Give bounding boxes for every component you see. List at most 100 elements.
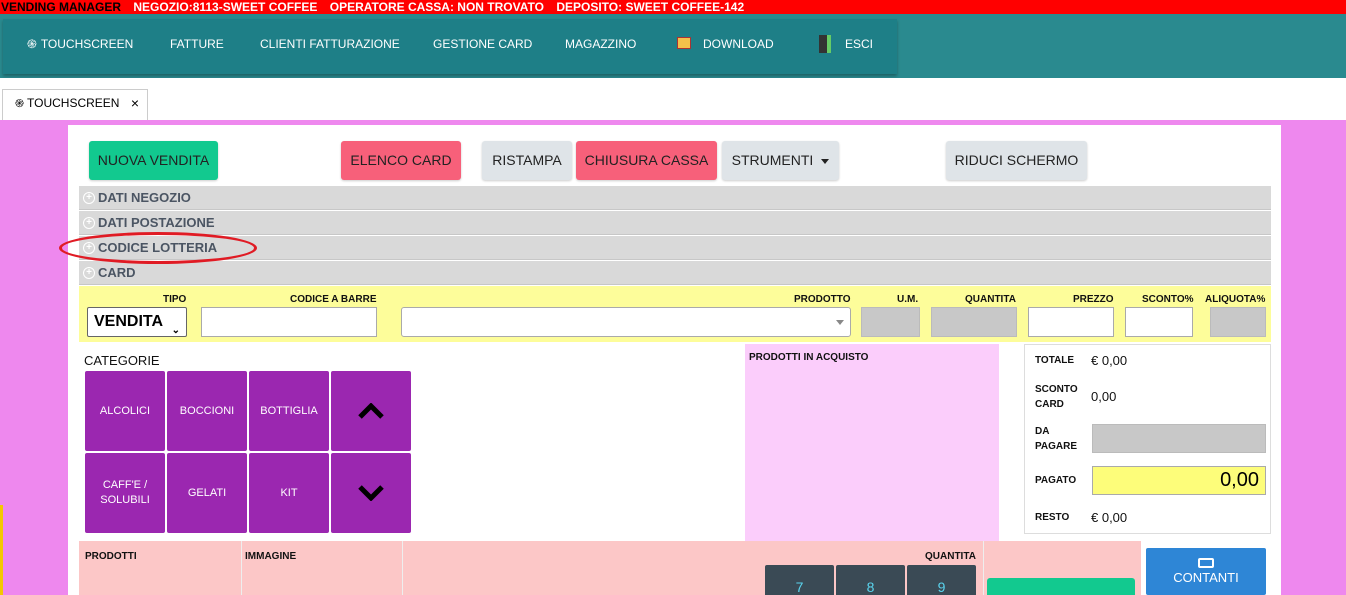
elenco-card-button[interactable]: ELENCO CARD: [341, 141, 461, 180]
chevron-down-icon: ⌄: [171, 325, 180, 336]
accordion-label: CARD: [98, 265, 136, 280]
totale-label: TOTALE: [1035, 355, 1075, 366]
column-divider: [402, 541, 403, 595]
negozio-info: NEGOZIO:8113-SWEET COFFEE: [133, 0, 318, 14]
pagato-input[interactable]: 0,00: [1092, 466, 1266, 495]
resto-label: RESTO: [1035, 512, 1070, 523]
nav-fatture[interactable]: FATTURE: [170, 19, 224, 74]
chiusura-cassa-button[interactable]: CHIUSURA CASSA: [576, 141, 717, 180]
codice-barre-label: CODICE A BARRE: [290, 294, 377, 305]
categorie-title: CATEGORIE: [84, 353, 160, 368]
keypad-9[interactable]: 9: [907, 565, 976, 595]
operatore-info: OPERATORE CASSA: NON TROVATO: [329, 0, 544, 14]
pagato-label: PAGATO: [1035, 475, 1077, 486]
ristampa-button[interactable]: RISTAMPA: [482, 141, 572, 180]
tipo-select[interactable]: VENDITA ⌄: [87, 307, 187, 337]
accordion-dati-postazione[interactable]: + DATI POSTAZIONE: [79, 211, 1271, 235]
nuova-vendita-button[interactable]: NUOVA VENDITA: [89, 141, 218, 180]
tab-bar: ֍ TOUCHSCREEN ×: [0, 78, 1346, 120]
fingerprint-icon: ֍: [15, 98, 24, 110]
prodotto-label: PRODOTTO: [794, 294, 851, 305]
category-kit[interactable]: KIT: [249, 453, 329, 533]
tipo-select-value: VENDITA: [94, 313, 164, 330]
quantita-column-header: QUANTITA: [925, 551, 976, 562]
accordion-codice-lotteria[interactable]: + CODICE LOTTERIA: [79, 236, 1271, 260]
left-accent-stripe: [0, 505, 3, 595]
nav-download[interactable]: DOWNLOAD: [677, 19, 774, 74]
sconto-label: SCONTO%: [1142, 294, 1194, 305]
quantita-field: [931, 307, 1017, 337]
tab-label: TOUCHSCREEN: [27, 96, 120, 110]
scroll-up-button[interactable]: [331, 371, 411, 451]
status-bar: VENDING MANAGER NEGOZIO:8113-SWEET COFFE…: [0, 0, 1346, 14]
da-pagare-label: DA PAGARE: [1035, 426, 1078, 452]
fingerprint-icon: ֍: [27, 37, 37, 51]
nav-gestione-card[interactable]: GESTIONE CARD: [433, 19, 532, 74]
nav-magazzino[interactable]: MAGAZZINO: [565, 19, 636, 74]
plus-circle-icon: +: [83, 192, 95, 204]
accordion-dati-negozio[interactable]: + DATI NEGOZIO: [79, 186, 1271, 210]
column-divider: [241, 541, 242, 595]
category-boccioni[interactable]: BOCCIONI: [167, 371, 247, 451]
um-field: [861, 307, 920, 337]
accordion-label: DATI NEGOZIO: [98, 190, 191, 205]
prezzo-label: PREZZO: [1073, 294, 1114, 305]
nav-touchscreen-label: TOUCHSCREEN: [40, 37, 134, 51]
um-label: U.M.: [897, 294, 919, 305]
chevron-down-icon: [358, 485, 384, 501]
totale-value: € 0,00: [1091, 353, 1128, 368]
contanti-button[interactable]: CONTANTI: [1146, 548, 1266, 595]
nav-background: ֍ TOUCHSCREEN FATTURE CLIENTI FATTURAZION…: [0, 14, 1346, 78]
quantita-label: QUANTITA: [965, 294, 1016, 305]
strumenti-dropdown[interactable]: STRUMENTI: [722, 141, 839, 180]
banknote-icon: [1198, 558, 1214, 568]
prodotti-in-acquisto-title: PRODOTTI IN ACQUISTO: [749, 352, 869, 363]
aliquota-field: [1210, 307, 1266, 337]
aliquota-label: ALIQUOTA%: [1205, 294, 1266, 305]
sconto-input[interactable]: [1125, 307, 1193, 337]
keypad-7[interactable]: 7: [765, 565, 834, 595]
prodotto-combobox[interactable]: [401, 307, 851, 337]
accordion-label: DATI POSTAZIONE: [98, 215, 215, 230]
plus-circle-icon: +: [83, 217, 95, 229]
category-caffe-solubili[interactable]: CAFF'E / SOLUBILI: [85, 453, 165, 533]
prezzo-input[interactable]: [1028, 307, 1114, 337]
app-name: VENDING MANAGER: [1, 0, 122, 14]
riduci-schermo-button[interactable]: RIDUCI SCHERMO: [946, 141, 1087, 180]
keypad-8[interactable]: 8: [836, 565, 905, 595]
category-alcolici[interactable]: ALCOLICI: [85, 371, 165, 451]
sconto-card-label: SCONTO CARD: [1035, 384, 1078, 410]
nav-download-label: DOWNLOAD: [703, 37, 774, 51]
highlight-ellipse-annotation: [59, 232, 257, 264]
sconto-card-value: 0,00: [1091, 389, 1117, 404]
deposito-info: DEPOSITO: SWEET COFFEE-142: [556, 0, 745, 14]
category-gelati[interactable]: GELATI: [167, 453, 247, 533]
main-nav: ֍ TOUCHSCREEN FATTURE CLIENTI FATTURAZION…: [3, 19, 897, 74]
tipo-label: TIPO: [163, 294, 187, 305]
immagine-column-header: IMMAGINE: [245, 551, 297, 562]
prodotti-column-header: PRODOTTI: [85, 551, 137, 562]
close-icon[interactable]: ×: [131, 90, 139, 116]
plus-circle-icon: +: [83, 267, 95, 279]
column-divider: [983, 541, 984, 595]
resto-value: € 0,00: [1091, 510, 1128, 525]
scroll-down-button[interactable]: [331, 453, 411, 533]
chevron-up-icon: [358, 403, 384, 419]
confirm-button[interactable]: [987, 578, 1135, 595]
caret-down-icon: [821, 158, 830, 164]
nav-touchscreen[interactable]: ֍ TOUCHSCREEN: [27, 19, 133, 74]
accordion-card[interactable]: + CARD: [79, 261, 1271, 285]
strumenti-label: STRUMENTI: [731, 152, 814, 168]
bottom-products-row: [79, 541, 1141, 595]
chevron-down-icon: [836, 320, 844, 325]
category-bottiglia[interactable]: BOTTIGLIA: [249, 371, 329, 451]
nav-clienti-fatturazione[interactable]: CLIENTI FATTURAZIONE: [260, 19, 400, 74]
exit-door-icon: [819, 34, 831, 53]
da-pagare-field: [1092, 424, 1266, 453]
tab-touchscreen[interactable]: ֍ TOUCHSCREEN ×: [2, 89, 148, 120]
nav-esci[interactable]: ESCI: [819, 19, 873, 74]
download-icon: [677, 36, 691, 49]
codice-barre-input[interactable]: [201, 307, 377, 337]
contanti-label: CONTANTI: [1173, 570, 1239, 585]
prodotti-in-acquisto-panel: PRODOTTI IN ACQUISTO: [745, 344, 999, 541]
